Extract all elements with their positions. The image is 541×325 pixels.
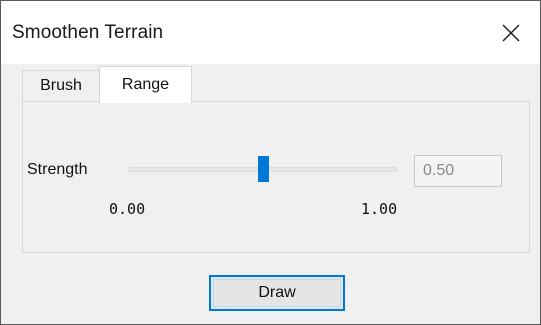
title-bar: Smoothen Terrain bbox=[1, 1, 540, 64]
strength-label: Strength bbox=[27, 161, 88, 178]
strength-value-field: 0.50 bbox=[414, 155, 502, 187]
tab-range[interactable]: Range bbox=[99, 66, 192, 103]
tab-brush[interactable]: Brush bbox=[22, 70, 100, 101]
window-title: Smoothen Terrain bbox=[12, 22, 164, 43]
draw-button[interactable]: Draw bbox=[209, 275, 345, 311]
smoothen-terrain-dialog: Smoothen Terrain Brush Range Strength 0.… bbox=[0, 0, 541, 325]
strength-min-label: 0.00 bbox=[109, 200, 146, 218]
close-icon bbox=[502, 24, 520, 41]
draw-button-label: Draw bbox=[258, 284, 296, 301]
tab-range-label: Range bbox=[121, 76, 170, 93]
strength-slider-thumb[interactable] bbox=[257, 156, 269, 182]
tab-brush-label: Brush bbox=[40, 77, 82, 94]
close-button[interactable] bbox=[482, 1, 540, 64]
strength-max-label: 1.00 bbox=[361, 200, 398, 218]
strength-value-text: 0.50 bbox=[423, 162, 455, 179]
